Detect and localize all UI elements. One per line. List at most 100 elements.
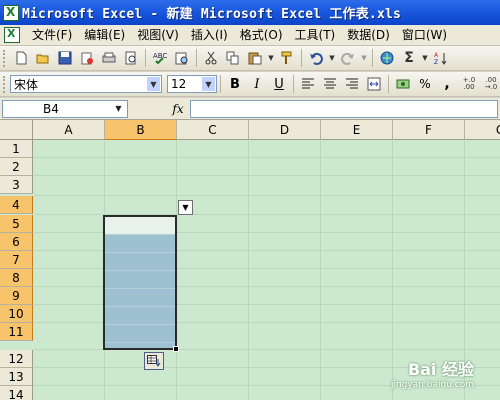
percent-button[interactable]: %: [414, 74, 436, 94]
paste-icon[interactable]: [245, 48, 265, 68]
toolbar-separator: [301, 49, 302, 67]
selected-range-b4-b11[interactable]: [103, 215, 177, 350]
align-left-icon[interactable]: [298, 74, 318, 94]
menu-insert[interactable]: 插入(I): [185, 25, 234, 46]
grid-line: [33, 157, 500, 158]
redo-dropdown-icon[interactable]: ▼: [360, 48, 368, 68]
row-header-2[interactable]: 2: [0, 158, 33, 176]
column-header-e[interactable]: E: [321, 120, 393, 140]
format-painter-icon[interactable]: [277, 48, 297, 68]
name-box[interactable]: B4 ▼: [2, 100, 128, 118]
column-header-b[interactable]: B: [105, 120, 177, 140]
increase-decimal-icon[interactable]: +.0.00: [459, 74, 479, 94]
italic-button[interactable]: I: [246, 74, 268, 94]
autosum-icon[interactable]: Σ: [399, 48, 419, 68]
menu-tools[interactable]: 工具(T): [289, 25, 342, 46]
column-header-a[interactable]: A: [33, 120, 105, 140]
grid-line: [33, 175, 500, 176]
save-icon[interactable]: [55, 48, 75, 68]
undo-icon[interactable]: [306, 48, 326, 68]
column-header-d[interactable]: D: [249, 120, 321, 140]
auto-fill-options-icon[interactable]: [144, 352, 164, 370]
menu-edit[interactable]: 编辑(E): [78, 25, 131, 46]
formula-input[interactable]: [190, 100, 498, 118]
sort-ascending-icon[interactable]: AZ: [431, 48, 451, 68]
currency-icon[interactable]: [393, 74, 413, 94]
workbook-icon[interactable]: [4, 27, 20, 43]
row-header-5[interactable]: 5: [0, 215, 33, 233]
autosum-dropdown-icon[interactable]: ▼: [421, 48, 429, 68]
formula-bar: B4 ▼ fx: [0, 98, 500, 120]
svg-text:Z: Z: [434, 59, 438, 65]
print-preview-icon[interactable]: [121, 48, 141, 68]
decrease-decimal-icon[interactable]: .00 →.0: [481, 74, 500, 94]
formatting-toolbar: 宋体 ▼ 12 ▼ B I U % , +.0.00 .00 →.0: [0, 72, 500, 97]
toolbar-separator: [220, 75, 221, 93]
row-header-4[interactable]: 4: [0, 196, 33, 214]
align-center-icon[interactable]: [320, 74, 340, 94]
chevron-down-icon[interactable]: ▼: [178, 200, 193, 215]
row-header-9[interactable]: 9: [0, 287, 33, 305]
row-header-1[interactable]: 1: [0, 140, 33, 158]
merge-center-icon[interactable]: [364, 74, 384, 94]
new-icon[interactable]: [11, 48, 31, 68]
toolbar-separator: [388, 75, 389, 93]
column-header-f[interactable]: F: [393, 120, 465, 140]
open-icon[interactable]: [33, 48, 53, 68]
permission-icon[interactable]: [77, 48, 97, 68]
column-header-g[interactable]: G: [465, 120, 500, 140]
chevron-down-icon[interactable]: ▼: [112, 102, 125, 116]
menu-format[interactable]: 格式(O): [234, 25, 289, 46]
worksheet-grid[interactable]: A B C D E F G 1 2 3 4 5 6 7 8 9 10 11 12…: [0, 120, 500, 400]
comma-button[interactable]: ,: [436, 74, 458, 94]
row-header-13[interactable]: 13: [0, 368, 33, 386]
paste-dropdown-icon[interactable]: ▼: [267, 48, 275, 68]
font-size-value: 12: [171, 77, 187, 91]
row-header-8[interactable]: 8: [0, 269, 33, 287]
toolbar-grip[interactable]: [3, 75, 6, 93]
toolbar-separator: [145, 49, 146, 67]
insert-function-icon[interactable]: fx: [168, 100, 188, 118]
cut-icon[interactable]: [201, 48, 221, 68]
menu-data[interactable]: 数据(D): [341, 25, 396, 46]
redo-icon[interactable]: [338, 48, 358, 68]
menu-view[interactable]: 视图(V): [131, 25, 185, 46]
font-name-select[interactable]: 宋体 ▼: [10, 75, 162, 93]
baidu-watermark: Bai 经验 jingyan.baidu.com: [391, 356, 474, 390]
spelling-icon[interactable]: ABC: [150, 48, 170, 68]
hyperlink-icon[interactable]: [377, 48, 397, 68]
watermark-main: Bai 经验: [407, 360, 474, 379]
row-header-14[interactable]: 14: [0, 386, 33, 400]
toolbar-separator: [196, 49, 197, 67]
menu-window[interactable]: 窗口(W): [396, 25, 453, 46]
standard-toolbar: ABC ▼ ▼ ▼ Σ ▼ AZ: [0, 46, 500, 71]
svg-text:ABC: ABC: [153, 52, 167, 60]
font-size-select[interactable]: 12 ▼: [167, 75, 217, 93]
undo-dropdown-icon[interactable]: ▼: [328, 48, 336, 68]
row-header-6[interactable]: 6: [0, 233, 33, 251]
menu-file[interactable]: 文件(F): [26, 25, 78, 46]
underline-button[interactable]: U: [268, 74, 290, 94]
row-header-7[interactable]: 7: [0, 251, 33, 269]
fill-handle[interactable]: [173, 346, 179, 352]
print-icon[interactable]: [99, 48, 119, 68]
title-bar: Microsoft Excel - 新建 Microsoft Excel 工作表…: [0, 0, 500, 25]
toolbar-separator: [372, 49, 373, 67]
chevron-down-icon[interactable]: ▼: [147, 77, 160, 91]
excel-app-icon[interactable]: [3, 4, 19, 21]
name-box-value: B4: [43, 102, 59, 116]
bold-button[interactable]: B: [224, 74, 246, 94]
align-right-icon[interactable]: [342, 74, 362, 94]
row-header-11[interactable]: 11: [0, 323, 33, 341]
copy-icon[interactable]: [223, 48, 243, 68]
select-all-corner[interactable]: [0, 120, 33, 140]
research-icon[interactable]: [172, 48, 192, 68]
toolbar-grip[interactable]: [3, 49, 6, 67]
font-name-value: 宋体: [14, 77, 39, 92]
svg-text:A: A: [434, 52, 439, 59]
chevron-down-icon[interactable]: ▼: [202, 77, 215, 91]
row-header-12[interactable]: 12: [0, 350, 33, 368]
row-header-3[interactable]: 3: [0, 176, 33, 194]
column-header-c[interactable]: C: [177, 120, 249, 140]
row-header-10[interactable]: 10: [0, 305, 33, 323]
